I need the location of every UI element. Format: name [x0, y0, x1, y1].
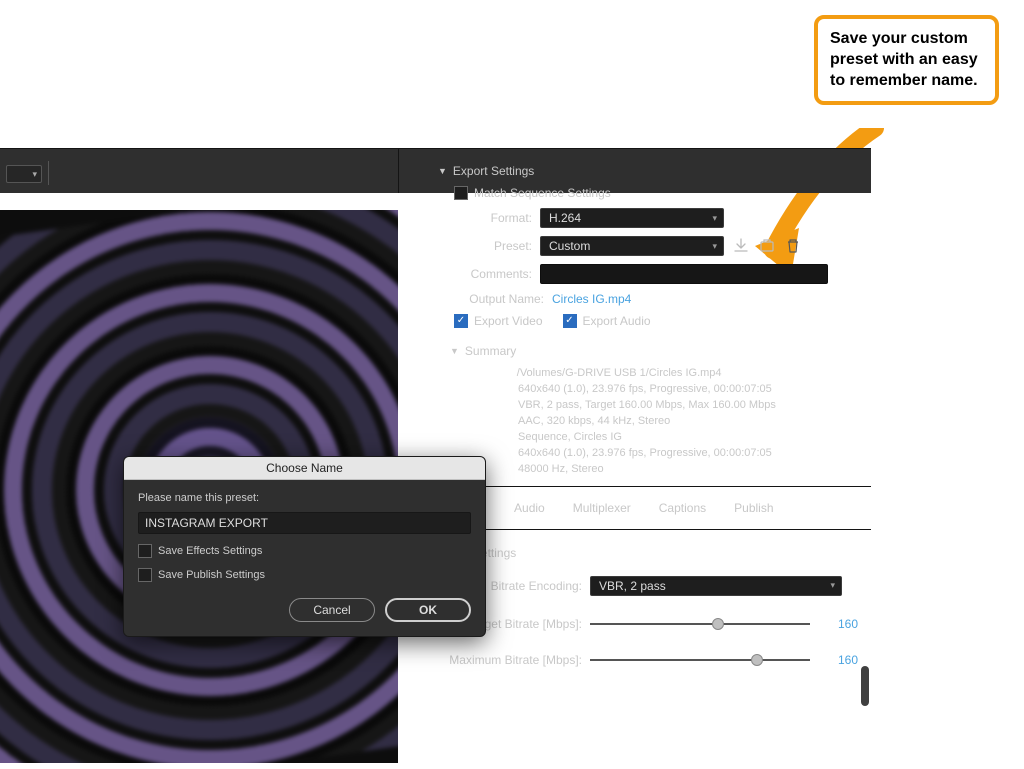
preset-name-input[interactable]: [138, 512, 471, 534]
chevron-down-icon: ▾: [712, 241, 717, 252]
match-sequence-checkbox[interactable]: Match Sequence Settings: [454, 186, 611, 200]
max-bitrate-label: Maximum Bitrate [Mbps]:: [436, 653, 582, 667]
dialog-titlebar: Choose Name: [124, 457, 485, 480]
slider-track: [590, 623, 810, 625]
save-effects-label: Save Effects Settings: [158, 545, 262, 557]
slider-thumb[interactable]: [712, 618, 724, 630]
tab-audio[interactable]: Audio: [514, 501, 545, 521]
preset-label: Preset:: [454, 239, 532, 253]
target-bitrate-value[interactable]: 160: [818, 617, 858, 631]
export-video-label: Export Video: [474, 314, 543, 328]
import-preset-icon[interactable]: [758, 237, 776, 255]
format-row: Format: H.264 ▾: [406, 204, 871, 232]
format-value: H.264: [549, 211, 581, 225]
summary-output-label: Output:: [474, 367, 514, 379]
summary-output-line4: AAC, 320 kbps, 44 kHz, Stereo: [474, 414, 871, 430]
delete-preset-icon: [784, 237, 802, 255]
annotation-text: Save your custom preset with an easy to …: [830, 30, 978, 89]
preview-small-dropdown[interactable]: ▾: [6, 165, 42, 183]
checkbox-icon: [138, 568, 152, 582]
summary-output-line3: VBR, 2 pass, Target 160.00 Mbps, Max 160…: [474, 398, 871, 414]
dialog-button-row: Cancel OK: [138, 582, 471, 622]
preset-row: Preset: Custom ▾: [406, 232, 871, 260]
summary-source-label: Source:: [474, 431, 515, 443]
summary-source-line3: 48000 Hz, Stereo: [474, 462, 871, 478]
tab-multiplexer[interactable]: Multiplexer: [573, 501, 631, 521]
preset-value: Custom: [549, 239, 590, 253]
match-sequence-row: Match Sequence Settings: [406, 182, 871, 204]
match-sequence-label: Match Sequence Settings: [474, 186, 611, 200]
format-label: Format:: [454, 211, 532, 225]
preset-select[interactable]: Custom ▾: [540, 236, 724, 256]
save-effects-checkbox[interactable]: Save Effects Settings: [138, 534, 471, 558]
annotation-callout: Save your custom preset with an easy to …: [814, 15, 999, 105]
top-divider: [48, 161, 49, 185]
cancel-button[interactable]: Cancel: [289, 598, 375, 622]
chevron-down-icon: ▾: [32, 169, 37, 180]
comments-row: Comments:: [406, 260, 871, 288]
chevron-down-icon: ▼: [438, 166, 447, 176]
max-bitrate-value[interactable]: 160: [818, 653, 858, 667]
save-publish-label: Save Publish Settings: [158, 569, 265, 581]
chevron-down-icon: ▾: [830, 580, 835, 591]
bitrate-encoding-select[interactable]: VBR, 2 pass ▾: [590, 576, 842, 596]
save-preset-icon[interactable]: [732, 237, 750, 255]
dialog-title: Choose Name: [266, 461, 343, 475]
tab-captions[interactable]: Captions: [659, 501, 706, 521]
tab-publish[interactable]: Publish: [734, 501, 773, 521]
export-settings-title: Export Settings: [453, 164, 534, 178]
save-publish-checkbox[interactable]: Save Publish Settings: [138, 558, 471, 582]
comments-label: Comments:: [454, 267, 532, 281]
export-toggles-row: ✓ Export Video ✓ Export Audio: [406, 310, 871, 332]
summary-source-line2: 640x640 (1.0), 23.976 fps, Progressive, …: [474, 446, 871, 462]
chevron-down-icon: ▾: [712, 213, 717, 224]
export-video-checkbox[interactable]: ✓ Export Video: [454, 314, 543, 328]
format-select[interactable]: H.264 ▾: [540, 208, 724, 228]
scrollbar-thumb[interactable]: [861, 666, 869, 706]
checkbox-icon: [138, 544, 152, 558]
output-name-label: Output Name:: [454, 292, 544, 306]
export-audio-label: Export Audio: [583, 314, 651, 328]
summary-output-line2: 640x640 (1.0), 23.976 fps, Progressive, …: [474, 382, 871, 398]
output-name-row: Output Name: Circles IG.mp4: [406, 288, 871, 310]
chevron-down-icon: ▼: [450, 346, 459, 356]
summary-output-path: /Volumes/G-DRIVE USB 1/Circles IG.mp4: [517, 367, 722, 379]
summary-title: Summary: [465, 344, 516, 358]
output-name-link[interactable]: Circles IG.mp4: [552, 292, 631, 306]
dialog-prompt: Please name this preset:: [138, 490, 471, 512]
max-bitrate-row: Maximum Bitrate [Mbps]: 160: [406, 642, 871, 678]
max-bitrate-slider[interactable]: [590, 652, 810, 668]
checkbox-icon: ✓: [563, 314, 577, 328]
checkbox-icon: ✓: [454, 314, 468, 328]
slider-thumb[interactable]: [751, 654, 763, 666]
bitrate-encoding-value: VBR, 2 pass: [599, 579, 666, 593]
ok-button[interactable]: OK: [385, 598, 471, 622]
export-audio-checkbox[interactable]: ✓ Export Audio: [563, 314, 651, 328]
slider-track: [590, 659, 810, 661]
export-settings-header[interactable]: ▼ Export Settings: [406, 152, 871, 182]
summary-source-name: Sequence, Circles IG: [518, 431, 622, 443]
summary-header[interactable]: ▼ Summary: [406, 332, 871, 362]
checkbox-icon: [454, 186, 468, 200]
choose-name-dialog: Choose Name Please name this preset: Sav…: [123, 456, 486, 637]
target-bitrate-slider[interactable]: [590, 616, 810, 632]
comments-input[interactable]: [540, 264, 828, 284]
